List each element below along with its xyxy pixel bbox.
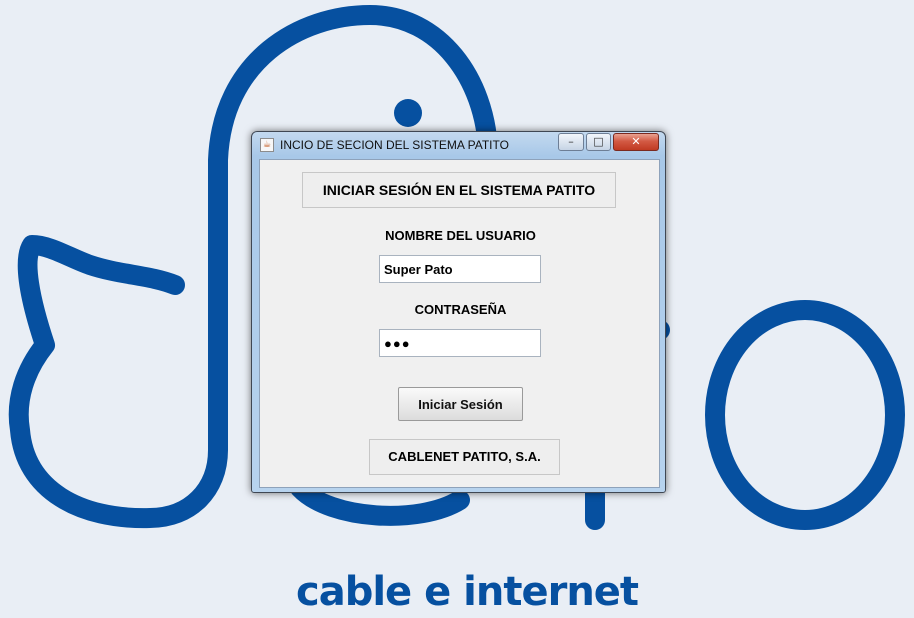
password-input[interactable] bbox=[379, 329, 541, 357]
logo-letter-o bbox=[705, 300, 905, 530]
company-name: CABLENET PATITO, S.A. bbox=[369, 439, 560, 475]
username-label: NOMBRE DEL USUARIO bbox=[385, 228, 536, 243]
logo-dot bbox=[394, 99, 422, 127]
login-button[interactable]: Iniciar Sesión bbox=[398, 387, 523, 421]
java-cup-icon: ☕ bbox=[260, 138, 274, 152]
window-titlebar[interactable]: ☕ INCIO DE SECION DEL SISTEMA PATITO – □… bbox=[252, 132, 665, 158]
close-button[interactable]: ✕ bbox=[613, 133, 659, 151]
password-label: CONTRASEÑA bbox=[414, 302, 507, 317]
username-input[interactable] bbox=[379, 255, 541, 283]
login-form-panel: INICIAR SESIÓN EN EL SISTEMA PATITO NOMB… bbox=[259, 159, 660, 488]
form-heading: INICIAR SESIÓN EN EL SISTEMA PATITO bbox=[302, 172, 616, 208]
brand-tagline: cable e internet bbox=[296, 569, 639, 615]
window-title: INCIO DE SECION DEL SISTEMA PATITO bbox=[280, 138, 509, 152]
minimize-button[interactable]: – bbox=[558, 133, 584, 151]
login-window: ☕ INCIO DE SECION DEL SISTEMA PATITO – □… bbox=[251, 131, 666, 493]
maximize-button[interactable]: □ bbox=[586, 133, 611, 151]
